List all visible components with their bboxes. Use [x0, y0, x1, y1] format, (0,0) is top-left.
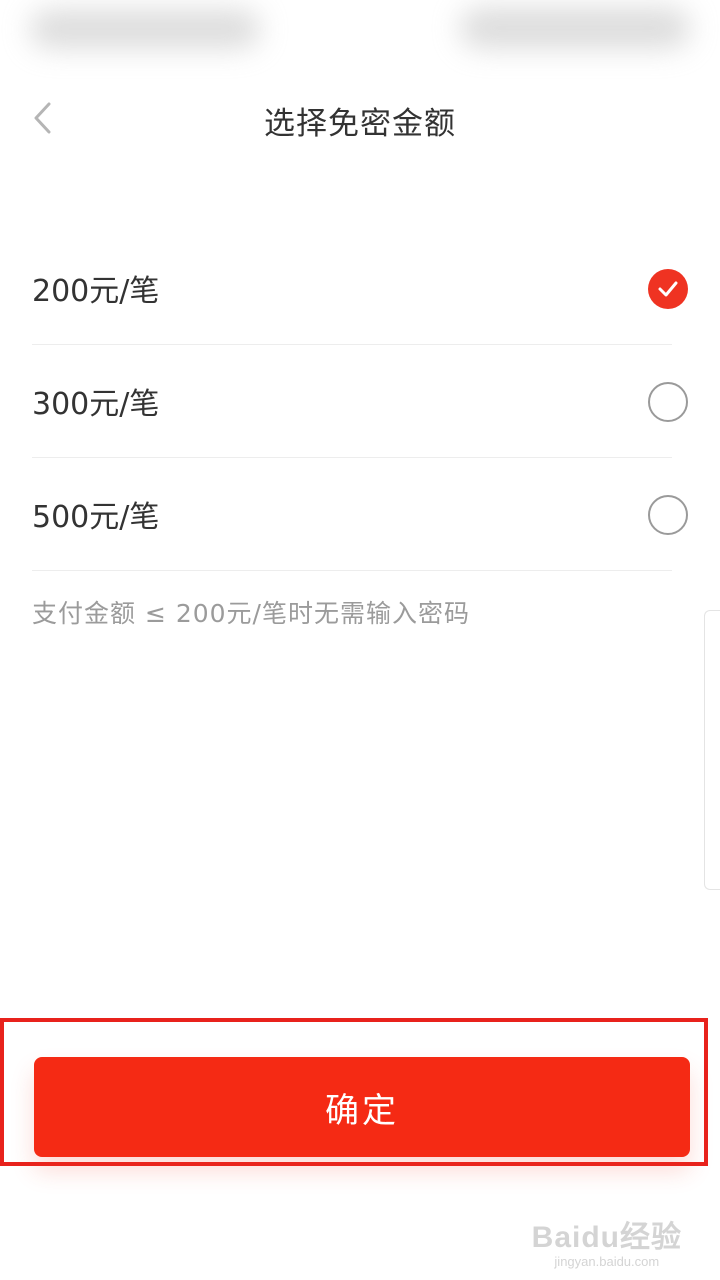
- check-icon: [658, 281, 678, 297]
- status-bar-right-blurred: [460, 8, 690, 48]
- nav-bar: 选择免密金额: [0, 80, 720, 156]
- status-bar: [0, 0, 720, 80]
- option-radio[interactable]: [648, 495, 688, 535]
- option-label: 500元/笔: [32, 500, 160, 535]
- watermark: Baidu经验 jingyan.baidu.com: [532, 1212, 682, 1269]
- screen: 选择免密金额 200元/笔 300元/笔 500元/笔 支付金额 ≤ 200元/…: [0, 0, 720, 1280]
- option-300[interactable]: 300元/笔: [32, 345, 688, 458]
- watermark-url: jingyan.baidu.com: [554, 1254, 660, 1269]
- status-bar-left-blurred: [30, 10, 260, 48]
- watermark-logo: Baidu经验: [531, 1221, 682, 1254]
- option-radio[interactable]: [648, 269, 688, 309]
- option-200[interactable]: 200元/笔: [32, 232, 688, 345]
- amount-option-list: 200元/笔 300元/笔 500元/笔: [32, 232, 688, 571]
- option-500[interactable]: 500元/笔: [32, 458, 688, 571]
- option-radio[interactable]: [648, 382, 688, 422]
- hint-text: 支付金额 ≤ 200元/笔时无需输入密码: [32, 599, 470, 628]
- option-label: 300元/笔: [32, 387, 160, 422]
- confirm-button[interactable]: 确定: [34, 1057, 690, 1157]
- confirm-highlight-box: 确定: [0, 1018, 708, 1166]
- side-panel-edge: [704, 610, 720, 890]
- page-title: 选择免密金额: [264, 106, 456, 142]
- option-label: 200元/笔: [32, 274, 160, 309]
